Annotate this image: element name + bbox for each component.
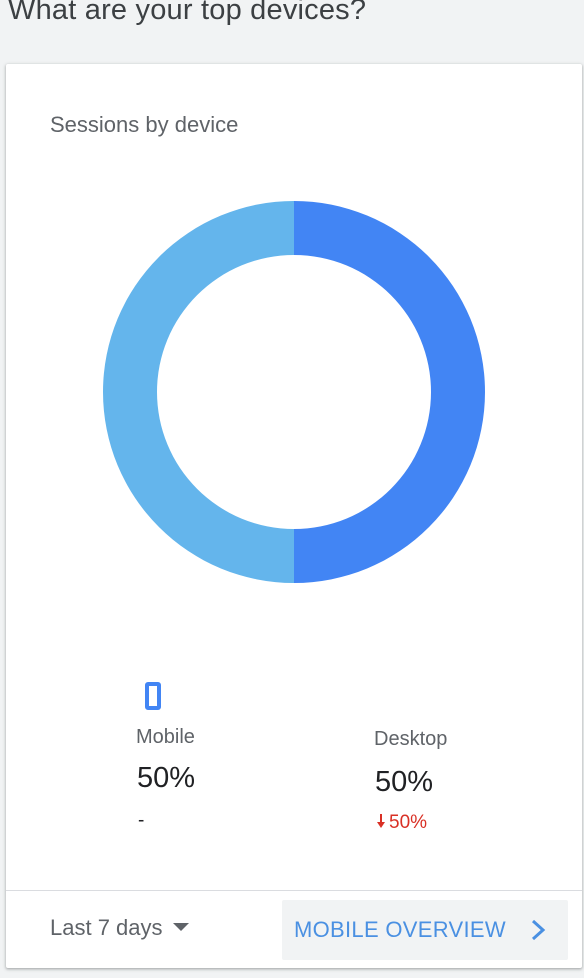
mobile-overview-button[interactable]: MOBILE OVERVIEW <box>282 900 568 960</box>
sessions-donut-chart <box>103 201 485 583</box>
date-range-dropdown[interactable]: Last 7 days <box>50 915 189 941</box>
caret-down-icon <box>172 923 189 932</box>
desktop-label: Desktop <box>374 728 448 750</box>
chevron-right-icon <box>531 919 546 941</box>
mobile-label: Mobile <box>136 726 195 748</box>
page-title: What are your top devices? <box>8 0 367 26</box>
card-title: Sessions by device <box>50 112 239 137</box>
mobile-value: 50% <box>137 762 196 794</box>
mobile-change: - <box>138 810 145 831</box>
desktop-change-value: 50% <box>389 812 428 833</box>
donut-slice-desktop <box>294 201 485 583</box>
date-range-label: Last 7 days <box>50 915 163 940</box>
desktop-value: 50% <box>375 766 434 798</box>
down-arrow-icon <box>377 814 385 828</box>
mobile-overview-label: MOBILE OVERVIEW <box>294 917 506 942</box>
donut-slice-mobile <box>103 201 294 583</box>
desktop-change: 50% <box>376 812 427 834</box>
devices-card: Sessions by device Mobile 50% - Desktop … <box>6 64 582 968</box>
card-footer: Last 7 days MOBILE OVERVIEW <box>6 890 582 969</box>
phone-icon <box>145 682 161 710</box>
